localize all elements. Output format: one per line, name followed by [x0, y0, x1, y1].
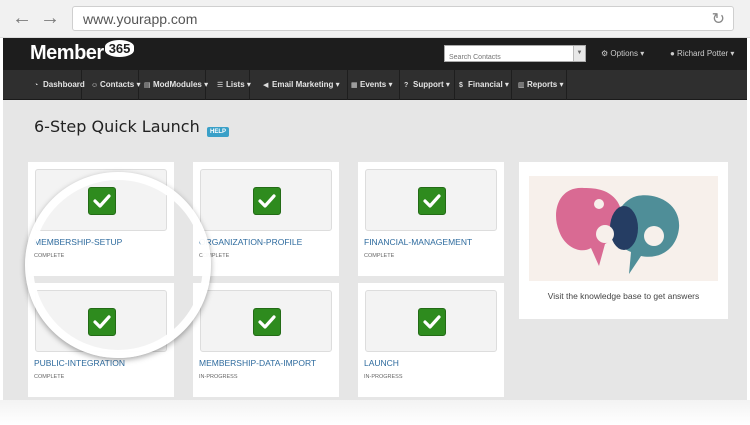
checkmark-icon — [418, 187, 446, 215]
help-badge[interactable]: HELP — [207, 127, 230, 137]
search-input[interactable] — [445, 50, 573, 65]
menu-item-label: Support ▾ — [413, 80, 450, 89]
options-menu[interactable]: ⚙ Options ▾ — [601, 49, 644, 58]
step-name-link[interactable]: LAUNCH — [364, 358, 399, 368]
menu-item-7[interactable]: $ Financial ▾ — [455, 70, 512, 100]
knowledge-base-link[interactable]: Visit the knowledge base to get answers — [519, 291, 728, 301]
forward-arrow-icon[interactable]: → — [40, 8, 60, 28]
menu-item-4[interactable]: ◀ Email Marketing ▾ — [259, 70, 348, 100]
checkmark-icon — [88, 308, 116, 336]
contacts-icon: ☺ — [91, 82, 99, 89]
knowledge-base-card[interactable]: Visit the knowledge base to get answers — [519, 162, 728, 319]
step-thumbnail — [365, 169, 497, 231]
step-name-link[interactable]: PUBLIC-INTEGRATION — [34, 358, 125, 368]
menu-item-label: Lists ▾ — [226, 80, 251, 89]
megaphone-icon: ◀ — [263, 82, 269, 89]
speech-bubbles-illustration — [529, 176, 718, 281]
checkmark-icon — [253, 308, 281, 336]
logo-badge: 365 — [104, 40, 135, 57]
step-card[interactable]: FINANCIAL-MANAGEMENT COMPLETE — [358, 162, 504, 276]
step-name-link[interactable]: ORGANIZATION-PROFILE — [199, 237, 302, 247]
checkmark-icon — [253, 187, 281, 215]
menu-item-label: ModModules ▾ — [153, 80, 209, 89]
help-icon: ? — [404, 82, 409, 89]
step-card[interactable]: MEMBERSHIP-DATA-IMPORT IN-PROGRESS — [193, 283, 339, 397]
step-name-link[interactable]: MEMBERSHIP-SETUP — [34, 237, 122, 247]
step-card[interactable]: MEMBERSHIP-SETUP COMPLETE — [28, 162, 174, 276]
menu-item-1[interactable]: ☺ Contacts ▾ — [87, 70, 141, 100]
step-thumbnail — [365, 290, 497, 352]
menu-item-0[interactable]: ◔ Dashboard — [30, 70, 85, 100]
contact-search[interactable]: ▼ — [444, 45, 586, 65]
menu-item-label: Contacts ▾ — [100, 80, 141, 89]
checkmark-icon — [418, 308, 446, 336]
main-content: 6-Step Quick Launch HELP MEMBERSHIP-SETU… — [3, 100, 747, 400]
step-status: COMPLETE — [34, 374, 65, 380]
browser-window: ← → www.yourapp.com ↻ Member365 ▼ ⚙ Opti… — [0, 0, 750, 400]
main-menu: ◔ Dashboard ☺ Contacts ▾ ▤ ModModules ▾ ☰ Lists… — [3, 70, 747, 100]
lists-icon: ☰ — [217, 82, 224, 89]
menu-item-2[interactable]: ▤ ModModules ▾ — [140, 70, 209, 100]
reload-icon[interactable]: ↻ — [712, 9, 725, 29]
search-dropdown-icon[interactable]: ▼ — [573, 46, 585, 61]
menu-item-label: Reports ▾ — [527, 80, 564, 89]
menu-item-label: Dashboard — [43, 80, 85, 89]
step-status: IN-PROGRESS — [364, 374, 403, 380]
chart-icon: ▥ — [518, 82, 525, 89]
step-name-link[interactable]: MEMBERSHIP-DATA-IMPORT — [199, 358, 316, 368]
menu-item-5[interactable]: ▦ Events ▾ — [347, 70, 400, 100]
step-status: COMPLETE — [34, 253, 65, 259]
menu-item-label: Financial ▾ — [468, 80, 509, 89]
step-thumbnail — [35, 290, 167, 352]
checkmark-icon — [88, 187, 116, 215]
money-icon: $ — [459, 82, 463, 89]
dashboard-icon: ◔ — [34, 82, 39, 89]
user-menu[interactable]: ● Richard Potter ▾ — [670, 49, 734, 58]
menu-item-label: Email Marketing ▾ — [272, 80, 340, 89]
calendar-icon: ▦ — [351, 82, 358, 89]
app-header: Member365 ▼ ⚙ Options ▾ ● Richard Potter… — [3, 38, 747, 70]
window-shadow — [0, 400, 750, 425]
step-status: IN-PROGRESS — [199, 374, 238, 380]
page-title: 6-Step Quick Launch — [34, 117, 200, 136]
step-thumbnail — [200, 290, 332, 352]
step-status: COMPLETE — [199, 253, 230, 259]
step-card[interactable]: ORGANIZATION-PROFILE COMPLETE — [193, 162, 339, 276]
modules-icon: ▤ — [144, 82, 151, 89]
menu-item-label: Events ▾ — [360, 80, 393, 89]
step-name-link[interactable]: FINANCIAL-MANAGEMENT — [364, 237, 472, 247]
logo-text: Member — [30, 42, 104, 64]
step-card[interactable]: LAUNCH IN-PROGRESS — [358, 283, 504, 397]
menu-item-3[interactable]: ☰ Lists ▾ — [213, 70, 251, 100]
browser-toolbar: ← → www.yourapp.com ↻ — [0, 0, 750, 38]
back-arrow-icon[interactable]: ← — [12, 8, 32, 28]
url-text[interactable]: www.yourapp.com — [83, 11, 197, 27]
menu-item-8[interactable]: ▥ Reports ▾ — [514, 70, 567, 100]
step-card[interactable]: PUBLIC-INTEGRATION COMPLETE — [28, 283, 174, 397]
step-thumbnail — [200, 169, 332, 231]
step-thumbnail — [35, 169, 167, 231]
menu-item-6[interactable]: ? Support ▾ — [400, 70, 455, 100]
logo[interactable]: Member 365 — [30, 40, 135, 66]
step-status: COMPLETE — [364, 253, 395, 259]
address-bar[interactable]: www.yourapp.com ↻ — [72, 6, 734, 31]
